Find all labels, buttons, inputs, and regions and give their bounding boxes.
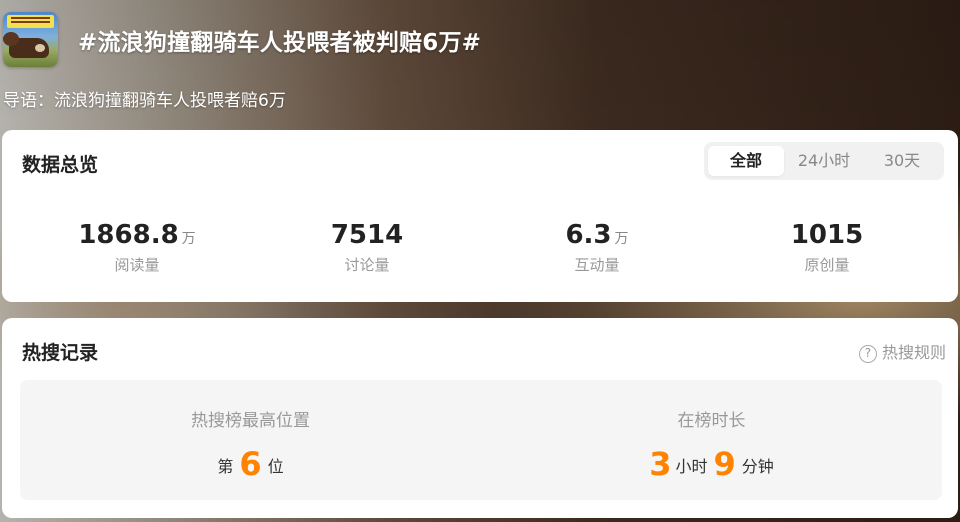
- record-panel: 热搜榜最高位置 第6位 在榜时长 3 小时 9 分钟: [20, 380, 942, 500]
- overview-title: 数据总览: [22, 154, 99, 176]
- metric-value: 7514: [330, 220, 404, 250]
- duration-heading: 在榜时长: [677, 411, 746, 431]
- topic-thumbnail[interactable]: [3, 12, 58, 67]
- metric-value: 1868.8: [78, 220, 179, 250]
- metric-label: 互动量: [574, 256, 620, 274]
- metric-discussions: 7514 讨论量: [252, 220, 482, 275]
- tab-30-days[interactable]: 30天: [864, 146, 940, 176]
- metric-unit: 万: [181, 231, 196, 247]
- metric-reads: 1868.8 万 阅读量: [22, 220, 252, 275]
- minutes-unit: 分钟: [741, 457, 774, 476]
- duration-hours: 3: [649, 445, 672, 483]
- peak-value: 6: [239, 445, 262, 483]
- metric-interactions: 6.3 万 互动量: [482, 220, 712, 275]
- thumbnail-banner: [7, 15, 54, 28]
- metric-label: 讨论量: [344, 256, 390, 274]
- tab-24-hours[interactable]: 24小时: [784, 146, 864, 176]
- peak-suffix: 位: [267, 457, 284, 476]
- time-on-list: 在榜时长 3 小时 9 分钟: [481, 406, 942, 483]
- hot-search-title: 热搜记录: [22, 342, 99, 364]
- peak-heading: 热搜榜最高位置: [191, 411, 310, 431]
- hot-search-rules-link[interactable]: ? 热搜规则: [858, 339, 946, 363]
- metric-label: 原创量: [804, 256, 850, 274]
- question-circle-icon: ?: [858, 345, 877, 363]
- metric-value: 6.3: [565, 220, 612, 250]
- time-range-tabs: 全部 24小时 30天: [704, 142, 944, 180]
- hot-search-record-card: 热搜记录 ? 热搜规则 热搜榜最高位置 第6位 在榜时长 3 小时 9 分钟: [2, 318, 958, 518]
- topic-guide: 导语：流浪狗撞翻骑车人投喂者赔6万: [3, 91, 286, 111]
- metric-originals: 1015 原创量: [712, 220, 942, 275]
- rules-label: 热搜规则: [881, 343, 946, 362]
- peak-position: 热搜榜最高位置 第6位: [20, 406, 481, 483]
- peak-prefix: 第: [217, 457, 234, 476]
- topic-title: #流浪狗撞翻骑车人投喂者被判赔6万#: [78, 30, 482, 56]
- metric-value: 1015: [790, 220, 864, 250]
- metric-label: 阅读量: [114, 256, 160, 274]
- data-overview-card: 数据总览 全部 24小时 30天 1868.8 万 阅读量 7514 讨论量 6.…: [2, 130, 958, 302]
- tab-all[interactable]: 全部: [708, 146, 784, 176]
- hours-unit: 小时: [675, 457, 708, 476]
- metric-unit: 万: [614, 231, 629, 247]
- duration-minutes: 9: [713, 445, 736, 483]
- dog-image: [3, 32, 49, 58]
